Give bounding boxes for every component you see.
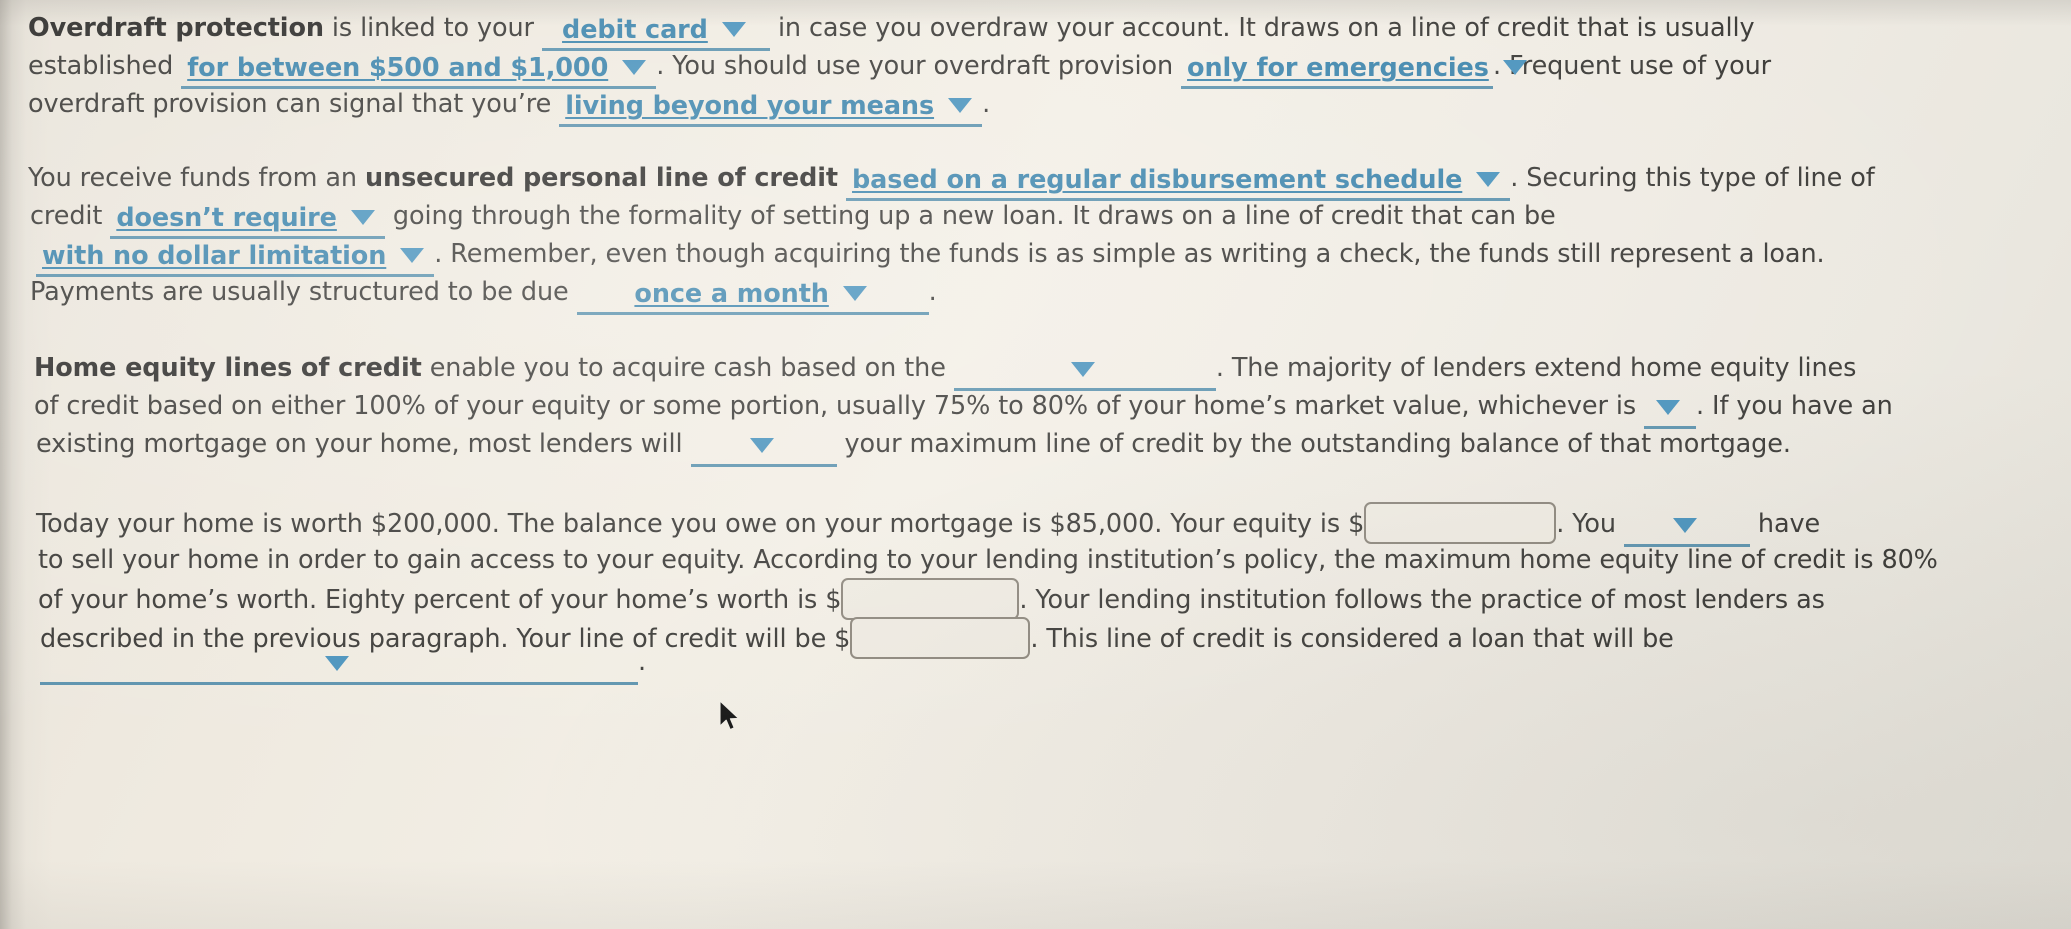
- p1-text-7: .: [982, 89, 991, 119]
- chevron-down-icon: [1476, 171, 1501, 187]
- p2-line4: Payments are usually structured to be du…: [30, 277, 937, 316]
- chevron-down-icon: [622, 59, 647, 75]
- overdraft-signal-value: living beyond your means: [565, 91, 935, 121]
- p2-text-1: You receive funds from an: [28, 163, 365, 193]
- p3-line2: of credit based on either 100% of your e…: [34, 391, 1893, 430]
- p3-term-home-equity-lines: Home equity lines of credit: [34, 353, 422, 383]
- p4-line5: .: [40, 647, 647, 686]
- chevron-down-icon: [1502, 59, 1527, 75]
- p1-text-5: . Frequent use of your: [1493, 51, 1772, 81]
- funds-receipt-value: based on a regular disbursement schedule: [852, 165, 1463, 195]
- p2-line1: You receive funds from an unsecured pers…: [28, 163, 1875, 202]
- payment-frequency-value: once a month: [634, 279, 829, 309]
- credit-limitation-value: with no dollar limitation: [42, 241, 387, 271]
- p3-line3: existing mortgage on your home, most len…: [36, 429, 1791, 468]
- p1-text-1: is linked to your: [323, 13, 542, 43]
- funds-receipt-dropdown[interactable]: based on a regular disbursement schedule: [846, 165, 1511, 202]
- chevron-down-icon: [948, 97, 973, 113]
- p1-text-4: . You should use your overdraft provisio…: [656, 51, 1182, 81]
- p4-text-9: .: [638, 647, 647, 677]
- p4-line2: to sell your home in order to gain acces…: [38, 546, 1938, 574]
- p3-text-2: . The majority of lenders extend home eq…: [1215, 353, 1857, 383]
- p2-text-2: . Securing this type of line of: [1510, 163, 1875, 193]
- worksheet-page: Overdraft protection is linked to your d…: [0, 0, 2071, 929]
- p1-text-2: in case you overdraw your account. It dr…: [769, 13, 1755, 43]
- chevron-down-icon: [1672, 517, 1697, 533]
- p2-text-5: . Remember, even though acquiring the fu…: [434, 239, 1825, 269]
- overdraft-amount-value: for between $500 and $1,000: [187, 53, 609, 83]
- p1-term-overdraft-protection: Overdraft protection: [28, 13, 324, 43]
- payment-frequency-dropdown[interactable]: once a month: [576, 279, 929, 316]
- overdraft-linked-to-dropdown[interactable]: debit card: [541, 15, 770, 52]
- p4-text-8: . This line of credit is considered a lo…: [1030, 624, 1674, 654]
- p4-text-4: to sell your home in order to gain acces…: [38, 545, 1938, 575]
- chevron-down-icon: [400, 247, 425, 263]
- p4-text-3: have: [1749, 509, 1821, 539]
- credit-limitation-dropdown[interactable]: with no dollar limitation: [36, 241, 435, 278]
- overdraft-usage-value: only for emergencies: [1187, 53, 1489, 83]
- mouse-pointer: [719, 700, 740, 731]
- chevron-down-icon: [842, 285, 867, 301]
- p3-text-5: existing mortgage on your home, most len…: [36, 429, 691, 459]
- p3-text-3: of credit based on either 100% of your e…: [34, 391, 1645, 421]
- p4-text-6: . Your lending institution follows the p…: [1019, 585, 1825, 615]
- p2-line2: credit doesn’t require going through the…: [30, 201, 1556, 240]
- p3-text-4: . If you have an: [1696, 391, 1893, 421]
- overdraft-amount-dropdown[interactable]: for between $500 and $1,000: [181, 53, 657, 90]
- chevron-down-icon: [1656, 399, 1681, 415]
- p4-line3: of your home’s worth. Eighty percent of …: [38, 578, 1825, 622]
- lenders-will-dropdown[interactable]: [690, 432, 837, 468]
- p4-line1: Today your home is worth $200,000. The b…: [36, 502, 1821, 548]
- p2-text-4: going through the formality of setting u…: [384, 201, 1556, 231]
- chevron-down-icon: [325, 655, 349, 671]
- p1-line3: overdraft provision can signal that you’…: [28, 89, 991, 128]
- overdraft-linked-to-value: debit card: [562, 15, 708, 45]
- p4-text-5: of your home’s worth. Eighty percent of …: [38, 585, 842, 615]
- p2-text-3: credit: [30, 201, 111, 231]
- p2-term-unsecured-personal-line: unsecured personal line of credit: [364, 163, 838, 193]
- p2-text-7: .: [928, 277, 937, 307]
- p1-line2: established for between $500 and $1,000.…: [28, 51, 1772, 90]
- equity-amount-input[interactable]: [1364, 502, 1557, 544]
- you-have-to-sell-dropdown[interactable]: [1623, 512, 1750, 548]
- securing-requirement-value: doesn’t require: [116, 203, 337, 233]
- cash-basis-dropdown[interactable]: [953, 356, 1216, 392]
- p4-text-2: . You: [1556, 509, 1624, 539]
- p1-line1: Overdraft protection is linked to your d…: [28, 13, 1755, 52]
- securing-requirement-dropdown[interactable]: doesn’t require: [110, 203, 385, 240]
- whichever-is-dropdown[interactable]: [1644, 394, 1697, 430]
- loan-repayment-dropdown[interactable]: [40, 650, 638, 686]
- chevron-down-icon: [1070, 361, 1095, 377]
- p2-line3: with no dollar limitation . Remember, eve…: [36, 239, 1825, 278]
- eighty-percent-input[interactable]: [841, 578, 1020, 620]
- p3-text-1: enable you to acquire cash based on the: [421, 353, 954, 383]
- chevron-down-icon: [350, 209, 375, 225]
- p3-text-6: your maximum line of credit by the outst…: [836, 429, 1791, 459]
- overdraft-signal-dropdown[interactable]: living beyond your means: [559, 91, 983, 128]
- line-of-credit-input[interactable]: [850, 617, 1031, 659]
- p4-text-1: Today your home is worth $200,000. The b…: [36, 509, 1365, 539]
- p2-text-6: Payments are usually structured to be du…: [30, 277, 577, 307]
- p1-text-3: established: [28, 51, 182, 81]
- overdraft-usage-dropdown[interactable]: only for emergencies: [1181, 53, 1527, 90]
- chevron-down-icon: [721, 21, 746, 37]
- chevron-down-icon: [749, 437, 774, 453]
- p1-text-6: overdraft provision can signal that you’…: [28, 89, 560, 119]
- p3-line1: Home equity lines of credit enable you t…: [34, 353, 1857, 392]
